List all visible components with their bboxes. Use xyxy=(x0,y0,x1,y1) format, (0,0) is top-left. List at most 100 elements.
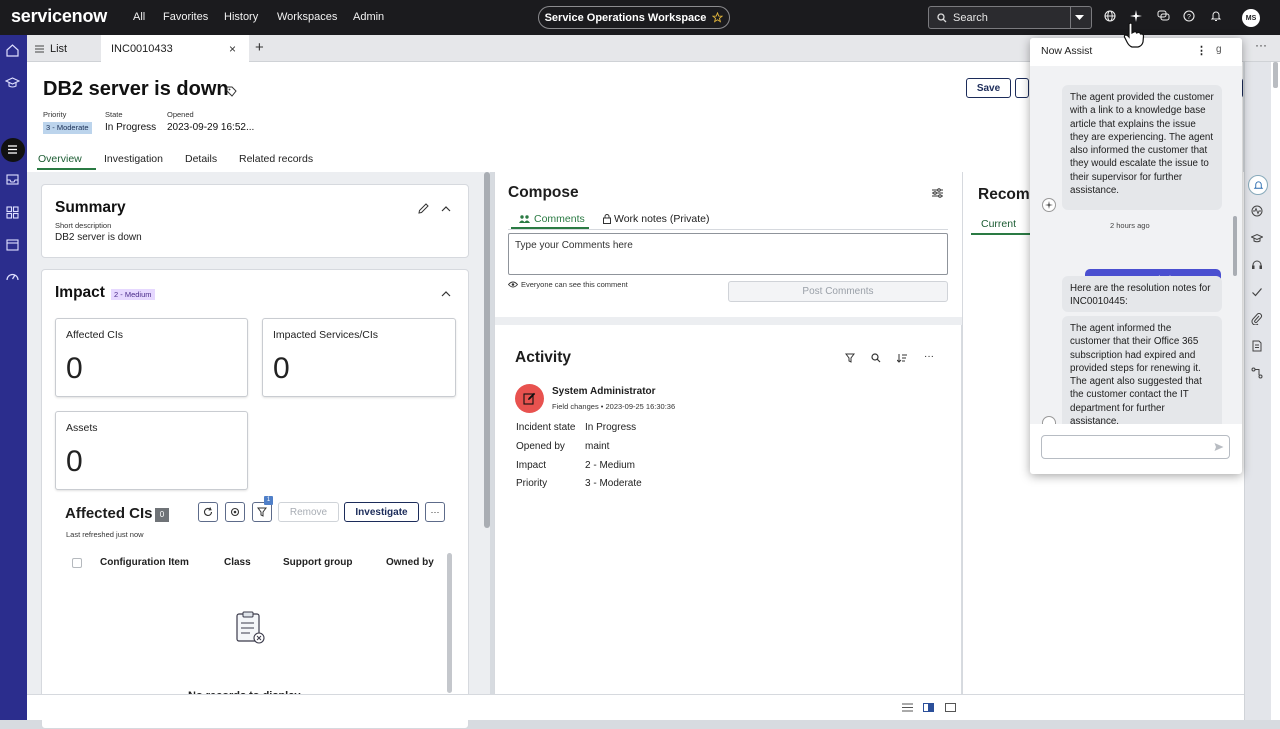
rail-active-bell[interactable] xyxy=(1248,175,1268,195)
gauge-icon[interactable] xyxy=(5,269,21,285)
chat-icon[interactable] xyxy=(1157,10,1171,24)
tab-current[interactable]: Current xyxy=(981,218,1016,230)
chevron-up-icon[interactable] xyxy=(441,205,451,212)
calendar-icon[interactable] xyxy=(5,237,21,253)
right-contextual-rail xyxy=(1244,62,1271,720)
graduation-cap-icon[interactable] xyxy=(5,75,21,91)
nav-favorites[interactable]: Favorites xyxy=(163,11,208,23)
priority-badge: 3 - Moderate xyxy=(43,122,92,134)
refresh-button[interactable] xyxy=(198,502,218,522)
grid-icon[interactable] xyxy=(5,205,21,221)
tab-investigation[interactable]: Investigation xyxy=(104,153,163,165)
column-owned-by[interactable]: Owned by xyxy=(386,557,434,568)
activity-field-value: 2 - Medium xyxy=(585,460,636,471)
compose-section: Compose Comments Work notes (Private) Ty… xyxy=(495,172,962,317)
people-icon xyxy=(519,215,530,223)
activity-pulse-icon[interactable] xyxy=(1251,205,1265,219)
activity-field-value: In Progress xyxy=(585,422,637,433)
attachment-icon[interactable] xyxy=(1251,313,1265,327)
page-scrollbar-thumb[interactable] xyxy=(1273,62,1278,88)
home-icon[interactable] xyxy=(5,43,21,59)
add-tab-button[interactable]: + xyxy=(255,39,264,56)
help-icon[interactable]: ? xyxy=(1183,10,1197,24)
select-all-checkbox[interactable] xyxy=(72,558,82,568)
tag-icon[interactable] xyxy=(226,86,237,97)
filter-icon[interactable] xyxy=(845,353,855,363)
tab-overview[interactable]: Overview xyxy=(38,153,82,165)
nav-all[interactable]: All xyxy=(133,11,145,23)
document-icon[interactable] xyxy=(1251,340,1265,354)
tile-value: 0 xyxy=(273,352,290,385)
svg-text:?: ? xyxy=(1187,14,1191,21)
nav-admin[interactable]: Admin xyxy=(353,11,384,23)
settings-button[interactable] xyxy=(225,502,245,522)
bell-icon xyxy=(1253,181,1264,189)
post-comments-button[interactable]: Post Comments xyxy=(728,281,948,302)
left-column-scrollbar[interactable] xyxy=(484,172,490,528)
tab-incident-record[interactable]: INC0010433 × xyxy=(101,35,249,63)
overview-left-column: Summary Short description DB2 server is … xyxy=(27,172,490,729)
graduation-cap-icon[interactable] xyxy=(1251,232,1265,246)
workflow-icon[interactable] xyxy=(1251,367,1265,381)
single-layout-icon[interactable] xyxy=(945,703,956,712)
search-icon[interactable] xyxy=(871,353,881,363)
search-scope-chevron-icon[interactable] xyxy=(1075,14,1084,21)
global-search[interactable]: Search xyxy=(928,6,1092,29)
filter-button[interactable] xyxy=(252,502,272,522)
investigate-button[interactable]: Investigate xyxy=(344,502,419,522)
pin-icon[interactable]: ɡ xyxy=(1216,44,1222,55)
column-configuration-item[interactable]: Configuration Item xyxy=(100,557,189,568)
more-actions-button[interactable]: ··· xyxy=(425,502,445,522)
globe-icon[interactable] xyxy=(1104,10,1118,24)
activity-more-icon[interactable]: ··· xyxy=(924,351,934,362)
bell-icon[interactable] xyxy=(1210,10,1224,24)
last-refreshed-text: Last refreshed just now xyxy=(66,530,144,539)
nav-history[interactable]: History xyxy=(224,11,258,23)
send-icon[interactable] xyxy=(1214,442,1224,452)
assets-tile[interactable]: Assets 0 xyxy=(55,411,248,490)
workspace-selector[interactable]: Service Operations Workspace xyxy=(538,6,730,29)
empty-clipboard-icon xyxy=(232,610,268,646)
chevron-up-icon[interactable] xyxy=(441,290,451,297)
impacted-services-tile[interactable]: Impacted Services/CIs 0 xyxy=(262,318,456,397)
list-layout-icon[interactable] xyxy=(902,703,913,712)
pencil-icon[interactable] xyxy=(418,203,429,214)
tab-details[interactable]: Details xyxy=(185,153,217,165)
tile-value: 0 xyxy=(66,352,83,385)
tab-list[interactable]: List xyxy=(27,35,101,62)
conversation-scrollbar[interactable] xyxy=(1233,216,1237,276)
checkmark-icon[interactable] xyxy=(1251,286,1265,300)
compose-settings-icon[interactable] xyxy=(932,188,943,198)
split-layout-icon[interactable] xyxy=(923,703,934,712)
now-assist-title: Now Assist xyxy=(1041,45,1093,57)
more-tabs-icon[interactable]: ··· xyxy=(1255,38,1267,52)
tab-related-records[interactable]: Related records xyxy=(239,153,313,165)
star-icon[interactable] xyxy=(712,12,724,23)
now-assist-input[interactable] xyxy=(1041,435,1230,459)
table-scrollbar[interactable] xyxy=(447,553,452,693)
activity-avatar xyxy=(515,384,544,413)
tab-work-notes[interactable]: Work notes (Private) xyxy=(603,213,710,225)
user-avatar[interactable]: MS xyxy=(1242,9,1260,27)
sort-icon[interactable] xyxy=(897,353,907,363)
save-button[interactable]: Save xyxy=(966,78,1011,98)
affected-cis-title: Affected CIs xyxy=(65,505,153,522)
servicenow-logo[interactable]: servicenow xyxy=(11,6,107,27)
tile-value: 0 xyxy=(66,445,83,478)
secondary-action-button[interactable] xyxy=(1015,78,1029,98)
inbox-icon[interactable] xyxy=(5,172,21,188)
short-description-value: DB2 server is down xyxy=(55,232,142,243)
affected-cis-tile[interactable]: Affected CIs 0 xyxy=(55,318,248,397)
nav-workspaces[interactable]: Workspaces xyxy=(277,11,337,23)
tab-comments[interactable]: Comments xyxy=(519,213,585,225)
close-icon[interactable]: × xyxy=(229,42,236,56)
layout-toggle-bar xyxy=(27,694,1244,720)
page-scrollbar[interactable] xyxy=(1271,62,1280,720)
headset-icon[interactable] xyxy=(1251,259,1265,273)
column-support-group[interactable]: Support group xyxy=(283,557,352,568)
column-class[interactable]: Class xyxy=(224,557,251,568)
remove-button[interactable]: Remove xyxy=(278,502,339,522)
comment-textarea[interactable]: Type your Comments here xyxy=(508,233,948,275)
kebab-menu-icon[interactable]: ⋮ xyxy=(1196,44,1207,57)
assistant-message: The agent provided the customer with a l… xyxy=(1062,85,1222,210)
